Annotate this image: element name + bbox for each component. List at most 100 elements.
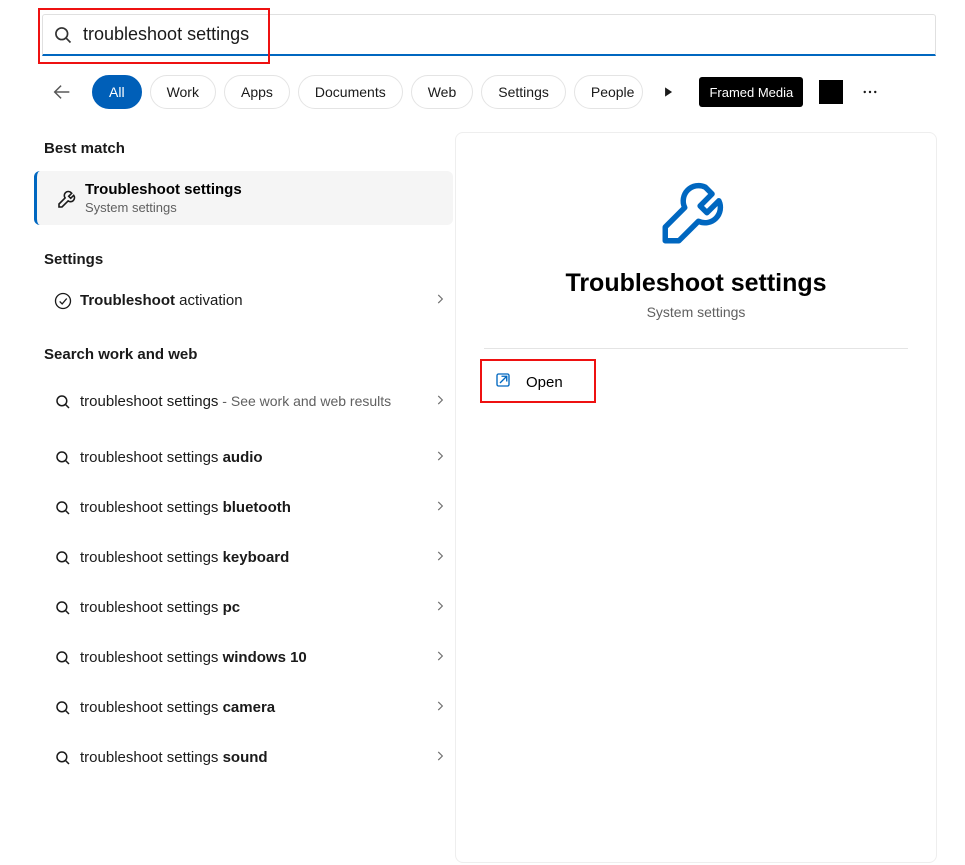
web-result-5[interactable]: troubleshoot settings windows 10 <box>32 635 455 681</box>
row-main: troubleshoot settings <box>80 393 218 410</box>
check-circle-icon <box>46 291 80 311</box>
row-hint: - See work and web results <box>218 393 391 409</box>
row-text: troubleshoot settings camera <box>80 698 433 718</box>
best-match-subtitle: System settings <box>85 200 242 215</box>
settings-result-troubleshoot-activation[interactable]: Troubleshoot activation <box>32 278 455 324</box>
row-bold-suffix: pc <box>223 599 241 616</box>
preview-subtitle: System settings <box>484 304 908 320</box>
search-box[interactable] <box>42 14 936 56</box>
account-tile[interactable] <box>819 80 843 104</box>
chevron-right-icon <box>433 292 447 311</box>
results-preview-column: Troubleshoot settings System settings Op… <box>455 132 965 847</box>
search-input[interactable] <box>83 24 925 45</box>
search-bar-area <box>0 0 965 56</box>
search-icon <box>46 699 80 717</box>
tab-apps[interactable]: Apps <box>224 75 290 109</box>
row-text: troubleshoot settings windows 10 <box>80 648 433 668</box>
web-result-3[interactable]: troubleshoot settings keyboard <box>32 535 455 581</box>
row-main: troubleshoot settings <box>80 449 223 466</box>
chevron-right-icon <box>661 85 675 99</box>
search-icon <box>46 599 80 617</box>
row-bold-suffix: sound <box>223 749 268 766</box>
row-text: troubleshoot settings pc <box>80 598 433 618</box>
tab-label: Work <box>167 84 199 100</box>
row-bold-suffix: audio <box>223 449 263 466</box>
wrench-icon <box>51 186 85 210</box>
row-text: Troubleshoot activation <box>80 291 433 311</box>
web-results-list: troubleshoot settings - See work and web… <box>32 373 455 781</box>
preview-title: Troubleshoot settings <box>484 269 908 298</box>
best-match-header: Best match <box>32 132 455 167</box>
row-text: troubleshoot settings bluetooth <box>80 498 433 518</box>
tabs-scroll-right[interactable] <box>651 75 685 109</box>
search-icon <box>46 393 80 411</box>
row-main: troubleshoot settings <box>80 499 223 516</box>
tab-all[interactable]: All <box>92 75 142 109</box>
preview-card: Troubleshoot settings System settings Op… <box>455 132 937 863</box>
row-main: troubleshoot settings <box>80 749 223 766</box>
row-bold-suffix: bluetooth <box>223 499 291 516</box>
preview-wrench-icon <box>484 169 908 251</box>
web-result-6[interactable]: troubleshoot settings camera <box>32 685 455 731</box>
divider <box>484 348 908 349</box>
row-bold-suffix: camera <box>223 699 276 716</box>
row-main: troubleshoot settings <box>80 699 223 716</box>
chevron-right-icon <box>433 649 447 668</box>
search-work-web-header: Search work and web <box>32 338 455 373</box>
best-match-title: Troubleshoot settings <box>85 181 242 198</box>
search-icon <box>46 749 80 767</box>
chevron-right-icon <box>433 699 447 718</box>
tab-label: All <box>109 84 125 100</box>
row-main: troubleshoot settings <box>80 549 223 566</box>
open-label: Open <box>526 374 563 391</box>
row-bold-suffix: windows 10 <box>223 649 307 666</box>
chevron-right-icon <box>433 749 447 768</box>
chevron-right-icon <box>433 393 447 412</box>
filter-tabs-row: All Work Apps Documents Web Settings Peo… <box>0 56 965 110</box>
more-options-button[interactable] <box>855 77 885 107</box>
open-action[interactable]: Open <box>484 363 573 402</box>
best-match-item[interactable]: Troubleshoot settings System settings <box>34 171 453 225</box>
best-match-text: Troubleshoot settings System settings <box>85 181 242 215</box>
chevron-right-icon <box>433 499 447 518</box>
tab-people[interactable]: People <box>574 75 644 109</box>
framed-media-label: Framed Media <box>709 85 793 100</box>
web-result-1[interactable]: troubleshoot settings audio <box>32 435 455 481</box>
tab-label: Documents <box>315 84 386 100</box>
tab-work[interactable]: Work <box>150 75 216 109</box>
row-bold: Troubleshoot <box>80 292 175 309</box>
chevron-right-icon <box>433 599 447 618</box>
row-rest: activation <box>175 292 243 309</box>
tab-web[interactable]: Web <box>411 75 474 109</box>
back-button[interactable] <box>44 74 80 110</box>
framed-media-button[interactable]: Framed Media <box>699 77 803 107</box>
tab-label: People <box>591 84 635 100</box>
open-external-icon <box>494 371 512 394</box>
search-icon <box>46 649 80 667</box>
row-text: troubleshoot settings sound <box>80 748 433 768</box>
chevron-right-icon <box>433 549 447 568</box>
search-icon <box>46 449 80 467</box>
results-content: Best match Troubleshoot settings System … <box>0 110 965 847</box>
web-result-7[interactable]: troubleshoot settings sound <box>32 735 455 781</box>
tab-label: Web <box>428 84 457 100</box>
row-main: troubleshoot settings <box>80 649 223 666</box>
row-bold-suffix: keyboard <box>223 549 290 566</box>
web-result-4[interactable]: troubleshoot settings pc <box>32 585 455 631</box>
web-result-0[interactable]: troubleshoot settings - See work and web… <box>32 373 455 431</box>
tab-settings[interactable]: Settings <box>481 75 566 109</box>
tab-label: Settings <box>498 84 549 100</box>
web-result-2[interactable]: troubleshoot settings bluetooth <box>32 485 455 531</box>
row-main: troubleshoot settings <box>80 599 223 616</box>
more-horizontal-icon <box>861 83 879 101</box>
results-left-column: Best match Troubleshoot settings System … <box>0 132 455 847</box>
search-icon <box>53 25 73 45</box>
row-text: troubleshoot settings audio <box>80 448 433 468</box>
search-icon <box>46 499 80 517</box>
settings-header: Settings <box>32 243 455 278</box>
row-text: troubleshoot settings - See work and web… <box>80 392 433 412</box>
arrow-left-icon <box>51 81 73 103</box>
chevron-right-icon <box>433 449 447 468</box>
tab-documents[interactable]: Documents <box>298 75 403 109</box>
row-text: troubleshoot settings keyboard <box>80 548 433 568</box>
